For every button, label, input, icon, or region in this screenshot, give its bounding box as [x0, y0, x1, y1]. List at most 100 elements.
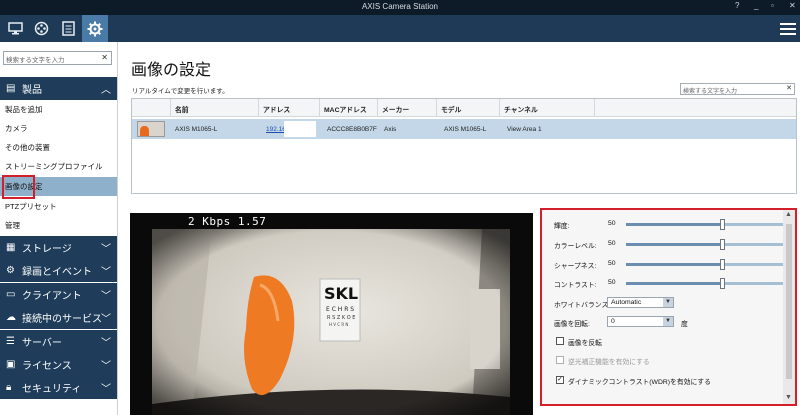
white-balance-value: Automatic [611, 299, 642, 306]
chevron-down-icon: ▼ [663, 298, 673, 307]
chevron-up-icon: ︿ [101, 85, 111, 96]
sidebar-section-connected-services[interactable]: ☁ 接続中のサービス ﹀ [0, 306, 117, 329]
rotate-unit: 度 [681, 321, 688, 328]
clear-icon[interactable]: ✕ [786, 84, 792, 92]
chevron-down-icon: ﹀ [101, 291, 111, 302]
contrast-slider[interactable] [626, 278, 786, 289]
brightness-value: 50 [608, 220, 616, 227]
scroll-up-icon[interactable]: ▲ [785, 211, 792, 218]
chevron-down-icon: ﹀ [101, 338, 111, 349]
cell-address-link[interactable]: 192.16 [266, 126, 286, 133]
backlight-checkbox[interactable] [556, 356, 564, 364]
color-level-label: カラーレベル: [554, 243, 597, 250]
minimize-button[interactable]: _ [754, 1, 758, 10]
white-balance-dropdown[interactable]: Automatic ▼ [607, 297, 674, 308]
window-titlebar: AXIS Camera Station ? _ ▫ ✕ [0, 0, 800, 15]
bitrate-overlay: 2 Kbps 1.57 [188, 215, 267, 228]
sidebar-search-input[interactable]: 検索する文字を入力 ✕ [3, 51, 112, 65]
wdr-label: ダイナミックコントラスト(WDR)を有効にする [568, 379, 711, 386]
color-level-value: 50 [608, 240, 616, 247]
device-table: 名前 アドレス MACアドレス メーカー モデル チャンネル AXIS M106… [131, 98, 797, 194]
sidebar-section-label: ライセンス [22, 361, 72, 372]
monitor-icon: ▭ [6, 289, 16, 300]
sidebar-item-camera[interactable]: カメラ [0, 119, 117, 138]
chevron-down-icon: ﹀ [101, 267, 111, 278]
film-reel-icon[interactable] [28, 15, 54, 42]
wdr-checkbox[interactable]: ✓ [556, 376, 564, 384]
live-video-view[interactable]: SKL E C H R S R S Z K O E H V C R N 2 Kb… [130, 213, 533, 415]
reel-icon: ⚙ [6, 265, 15, 276]
main-content: 画像の設定 リアルタイムで変更を行います。 検索する文字を入力 ✕ 名前 アドレ… [119, 42, 800, 415]
cell-maker: Axis [384, 126, 397, 133]
sidebar-section-label: サーバー [22, 338, 62, 349]
camera-image: SKL E C H R S R S Z K O E H V C R N [152, 229, 510, 415]
sidebar-section-recording-events[interactable]: ⚙ 録画とイベント ﹀ [0, 259, 117, 282]
cell-mac: ACCC8E8B0B7F [327, 126, 377, 133]
page-subtitle: リアルタイムで変更を行います。 [132, 88, 229, 95]
sidebar-item-add-product[interactable]: 製品を追加 [0, 100, 117, 119]
sidebar-section-label: セキュリティ [22, 384, 82, 395]
white-balance-label: ホワイトバランス: [554, 302, 611, 309]
column-header-name[interactable]: 名前 [175, 104, 189, 114]
sidebar-section-security[interactable]: 🔒︎ セキュリティ ﹀ [0, 376, 117, 399]
sidebar-section-label: 製品 [22, 85, 42, 96]
camera-thumbnail [137, 121, 165, 137]
image-settings-panel: 輝度: 50 カラーレベル: 50 シャープネス: 50 コントラスト: 50 … [540, 208, 797, 406]
gear-icon[interactable] [82, 15, 108, 42]
contrast-label: コントラスト: [554, 282, 597, 289]
column-header-maker[interactable]: メーカー [382, 104, 409, 114]
sidebar-section-products[interactable]: ▤ 製品 ︿ [0, 77, 117, 100]
monitor-icon[interactable] [2, 15, 28, 42]
maximize-button[interactable]: ▫ [771, 1, 774, 10]
chevron-down-icon: ﹀ [101, 314, 111, 325]
sidebar-section-storage[interactable]: ▦ ストレージ ﹀ [0, 236, 117, 259]
sidebar-section-label: クライアント [22, 291, 82, 302]
sharpness-slider[interactable] [626, 259, 786, 270]
sidebar-item-streaming-profile[interactable]: ストリーミングプロファイル [0, 157, 117, 176]
panel-scrollbar[interactable]: ▲ ▼ [783, 210, 795, 404]
device-search-input[interactable]: 検索する文字を入力 ✕ [680, 83, 795, 95]
rotate-label: 画像を回転: [554, 321, 590, 328]
cell-model: AXIS M1065-L [444, 126, 487, 133]
contrast-value: 50 [608, 279, 616, 286]
help-icon[interactable]: ? [735, 1, 739, 10]
cell-channel: View Area 1 [507, 126, 542, 133]
sidebar-item-ptz-presets[interactable]: PTZプリセット [0, 197, 117, 216]
storage-icon: ▦ [6, 242, 16, 253]
sidebar-item-other-devices[interactable]: その他の装置 [0, 138, 117, 157]
rotate-value: 0 [611, 318, 615, 325]
close-button[interactable]: ✕ [789, 1, 796, 10]
column-header-address[interactable]: アドレス [263, 104, 290, 114]
hamburger-icon[interactable] [780, 20, 796, 36]
color-level-slider[interactable] [626, 239, 786, 250]
table-row[interactable]: AXIS M1065-L 192.16 ACCC8E8B0B7F Axis AX… [132, 119, 796, 139]
lock-icon: 🔒︎ [6, 382, 12, 393]
sidebar-section-label: 録画とイベント [22, 267, 92, 278]
sidebar-section-license[interactable]: ▣ ライセンス ﹀ [0, 353, 117, 376]
highlight-box [2, 175, 35, 199]
column-header-model[interactable]: モデル [441, 104, 461, 114]
sidebar-section-label: ストレージ [22, 244, 72, 255]
scroll-down-icon[interactable]: ▼ [785, 394, 792, 401]
sharpness-value: 50 [608, 260, 616, 267]
checklist-icon[interactable] [55, 15, 81, 42]
rotate-dropdown[interactable]: 0 ▼ [607, 316, 674, 327]
sidebar-section-client[interactable]: ▭ クライアント ﹀ [0, 283, 117, 306]
chevron-down-icon: ▼ [663, 317, 673, 326]
brightness-label: 輝度: [554, 223, 570, 230]
device-search-placeholder: 検索する文字を入力 [683, 89, 738, 95]
sidebar-section-server[interactable]: ☰ サーバー ﹀ [0, 330, 117, 353]
cell-name: AXIS M1065-L [175, 126, 218, 133]
flip-label: 画像を反転 [568, 340, 602, 347]
scrollbar-thumb[interactable] [786, 224, 792, 379]
brightness-slider[interactable] [626, 219, 786, 230]
flip-checkbox[interactable] [556, 337, 564, 345]
clear-icon[interactable]: ✕ [101, 53, 108, 62]
chevron-down-icon: ﹀ [101, 361, 111, 372]
sidebar-section-label: 接続中のサービス [22, 314, 102, 325]
sidebar-item-management[interactable]: 管理 [0, 216, 117, 235]
column-header-mac[interactable]: MACアドレス [324, 104, 367, 114]
license-icon: ▣ [6, 359, 16, 370]
redacted-block [284, 121, 316, 137]
column-header-channel[interactable]: チャンネル [504, 104, 538, 114]
